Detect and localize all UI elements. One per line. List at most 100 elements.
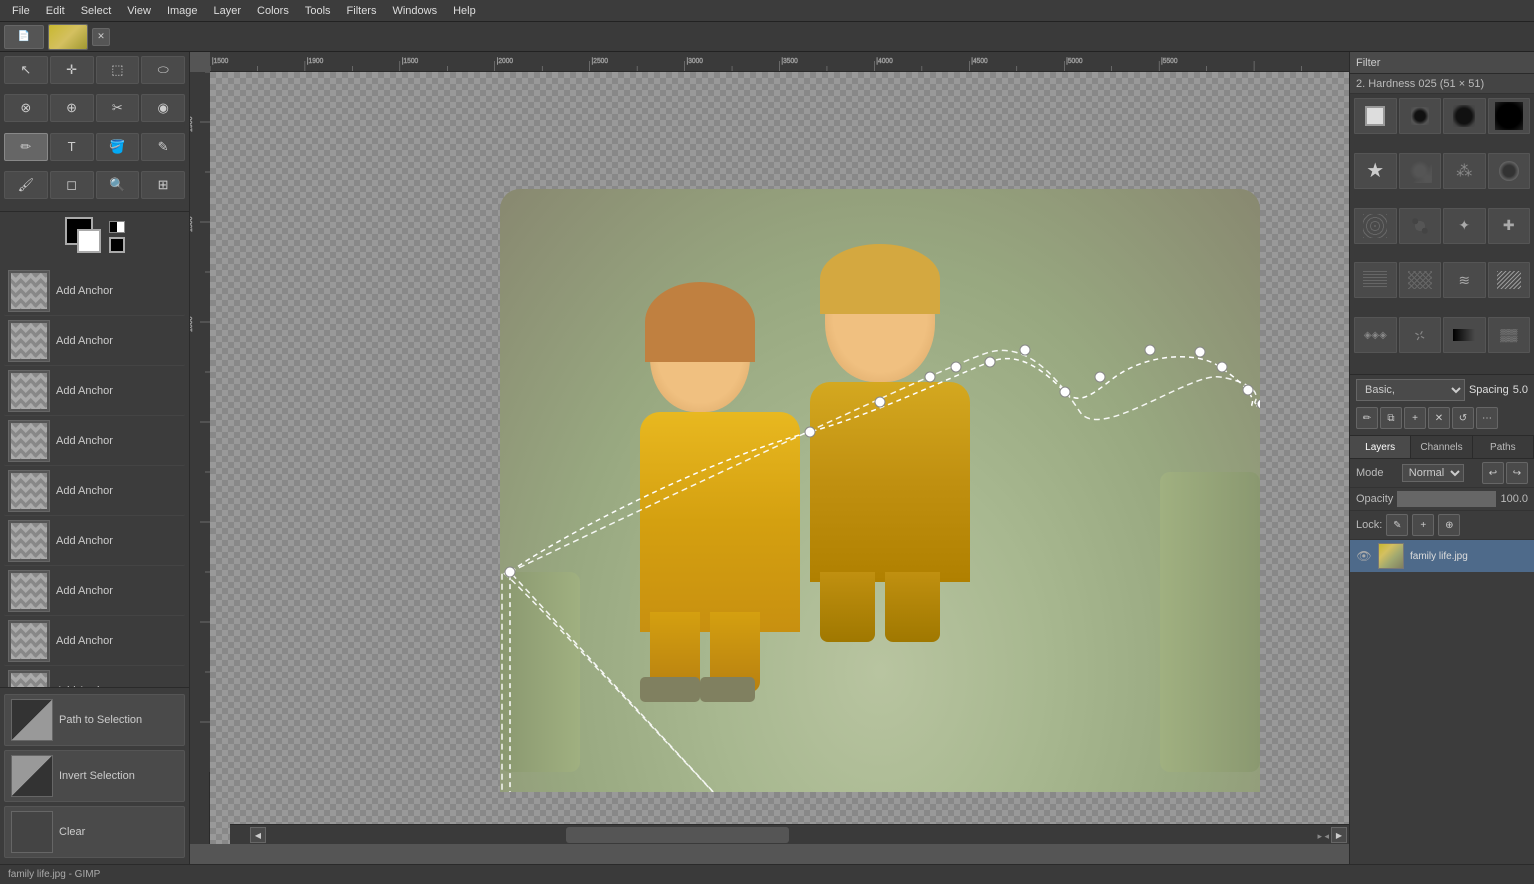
- menu-layer[interactable]: Layer: [206, 3, 250, 19]
- brush-cell-hatching[interactable]: [1399, 262, 1442, 298]
- path-item-4[interactable]: Add Anchor: [4, 416, 185, 466]
- brush-cell-square[interactable]: [1354, 98, 1397, 134]
- tool-eraser[interactable]: ◻: [50, 171, 94, 199]
- brush-edit-btn[interactable]: ✏: [1356, 407, 1378, 429]
- tool-measure[interactable]: ⊞: [141, 171, 185, 199]
- path-item-7[interactable]: Add Anchor: [4, 566, 185, 616]
- path-to-selection-btn[interactable]: Path to Selection: [4, 694, 185, 746]
- brush-cell-texture1[interactable]: [1354, 208, 1397, 244]
- menu-help[interactable]: Help: [445, 3, 484, 19]
- path-item-9[interactable]: Add Anchor: [4, 666, 185, 687]
- swap-colors-icon[interactable]: [109, 221, 125, 233]
- brush-delete-btn[interactable]: ✕: [1428, 407, 1450, 429]
- brush-cell-misc4[interactable]: ▒▒: [1488, 317, 1531, 353]
- tool-text[interactable]: T: [50, 133, 94, 161]
- brush-cell-misc1[interactable]: ◈◈◈: [1354, 317, 1397, 353]
- menu-tools[interactable]: Tools: [297, 3, 339, 19]
- path-item-1[interactable]: Add Anchor: [4, 266, 185, 316]
- lock-all-btn[interactable]: ⊕: [1438, 514, 1460, 536]
- toolbar-new[interactable]: 📄: [4, 25, 44, 49]
- brush-cell-starburst[interactable]: ✦: [1443, 208, 1486, 244]
- ruler-top: |1500 |1900 |1500 |2000 |2500 |3000: [210, 52, 1349, 72]
- brush-action-icons: ✏ ⧉ + ✕ ↺ ⋯: [1356, 405, 1528, 431]
- tool-scissors[interactable]: ✂: [96, 94, 140, 122]
- reset-colors-icon[interactable]: [109, 237, 125, 253]
- brush-cell-diagonal[interactable]: [1488, 262, 1531, 298]
- brush-cell-soft-sm[interactable]: [1399, 98, 1442, 134]
- tool-move[interactable]: ✛: [50, 56, 94, 84]
- brush-cell-hard-lg[interactable]: [1488, 98, 1531, 134]
- toolbar-close[interactable]: ✕: [92, 28, 110, 46]
- path-item-5[interactable]: Add Anchor: [4, 466, 185, 516]
- menu-select[interactable]: Select: [73, 3, 120, 19]
- tab-channels[interactable]: Channels: [1411, 436, 1472, 458]
- opacity-row: Opacity 100.0: [1350, 488, 1534, 511]
- brush-duplicate-btn[interactable]: ⧉: [1380, 407, 1402, 429]
- brush-cell-cross[interactable]: ✚: [1488, 208, 1531, 244]
- lock-pixels-btn[interactable]: ✎: [1386, 514, 1408, 536]
- tool-paths[interactable]: ✏: [4, 133, 48, 161]
- path-thumb-9: [8, 670, 50, 688]
- path-item-3[interactable]: Add Anchor: [4, 366, 185, 416]
- tool-rect-select[interactable]: ⬚: [96, 56, 140, 84]
- brush-cell-star[interactable]: ★: [1354, 153, 1397, 189]
- brush-refresh-btn[interactable]: ↺: [1452, 407, 1474, 429]
- layer-visibility-toggle[interactable]: 👁: [1356, 548, 1372, 564]
- brush-cell-soft-round[interactable]: [1488, 153, 1531, 189]
- horizontal-scrollbar[interactable]: ▶ ◀ ▸ ◂: [230, 824, 1349, 844]
- clear-btn[interactable]: Clear: [4, 806, 185, 858]
- invert-selection-btn[interactable]: Invert Selection: [4, 750, 185, 802]
- undo-btn[interactable]: ↩: [1482, 462, 1504, 484]
- main-toolbar: 📄 ✕: [0, 22, 1534, 52]
- tool-select[interactable]: ↖: [4, 56, 48, 84]
- brush-more-btn[interactable]: ⋯: [1476, 407, 1498, 429]
- toolbox-panel: ↖ ✛ ⬚ ⬭ ⊗ ⊕ ✂ ◉ ✏ T 🪣 ✎ 🖌 ◻ 🔍 ⊞: [0, 52, 190, 864]
- tab-layers[interactable]: Layers: [1350, 436, 1411, 458]
- tool-paintbucket[interactable]: 🪣: [96, 133, 140, 161]
- redo-btn[interactable]: ↪: [1506, 462, 1528, 484]
- foreground-background-colors[interactable]: [65, 217, 105, 257]
- blend-mode-select[interactable]: Normal: [1402, 464, 1464, 482]
- background-color[interactable]: [77, 229, 101, 253]
- menu-windows[interactable]: Windows: [384, 3, 445, 19]
- brush-cross-icon: ✚: [1503, 217, 1515, 234]
- brush-cell-splat[interactable]: ⁂: [1443, 153, 1486, 189]
- brush-cell-wave[interactable]: ≋: [1443, 262, 1486, 298]
- menu-filters[interactable]: Filters: [339, 3, 385, 19]
- path-item-6[interactable]: Add Anchor: [4, 516, 185, 566]
- brush-cell-lines[interactable]: [1354, 262, 1397, 298]
- brush-cell-texture2[interactable]: [1399, 208, 1442, 244]
- path-item-2[interactable]: Add Anchor: [4, 316, 185, 366]
- scroll-right-btn[interactable]: ▶: [1331, 827, 1347, 843]
- tool-lasso[interactable]: ⊗: [4, 94, 48, 122]
- tool-pencil[interactable]: ✎: [141, 133, 185, 161]
- path-item-8[interactable]: Add Anchor: [4, 616, 185, 666]
- brush-cell-dots[interactable]: [1399, 153, 1442, 189]
- brush-create-btn[interactable]: +: [1404, 407, 1426, 429]
- brush-cell-misc2[interactable]: ⊹: [1399, 317, 1442, 353]
- brush-misc4-icon: ▒▒: [1500, 328, 1517, 342]
- tool-fuzzy-select[interactable]: ⊕: [50, 94, 94, 122]
- tool-zoom[interactable]: 🔍: [96, 171, 140, 199]
- tab-paths[interactable]: Paths: [1473, 436, 1534, 458]
- brush-preset-select[interactable]: Basic,: [1356, 379, 1465, 401]
- scroll-left-btn[interactable]: ◀: [250, 827, 266, 843]
- undo-redo-icons: ↩ ↪: [1482, 462, 1528, 484]
- lock-position-btn[interactable]: +: [1412, 514, 1434, 536]
- tool-foreground-select[interactable]: ◉: [141, 94, 185, 122]
- path-actions: Path to Selection Invert Selection Clear: [0, 687, 189, 864]
- tool-ellipse-select[interactable]: ⬭: [141, 56, 185, 84]
- brush-cell-misc3[interactable]: [1443, 317, 1486, 353]
- menu-image[interactable]: Image: [159, 3, 206, 19]
- opacity-slider[interactable]: [1397, 491, 1496, 507]
- brush-hatching-preview: [1408, 271, 1432, 289]
- brush-cell-soft-md[interactable]: [1443, 98, 1486, 134]
- scrollbar-thumb[interactable]: [566, 827, 790, 843]
- menu-file[interactable]: File: [4, 3, 38, 19]
- path-label-1: Add Anchor: [56, 285, 113, 297]
- tool-brush[interactable]: 🖌: [4, 171, 48, 199]
- menu-colors[interactable]: Colors: [249, 3, 297, 19]
- menu-edit[interactable]: Edit: [38, 3, 73, 19]
- layer-item[interactable]: 👁 family life.jpg: [1350, 540, 1534, 572]
- menu-view[interactable]: View: [119, 3, 159, 19]
